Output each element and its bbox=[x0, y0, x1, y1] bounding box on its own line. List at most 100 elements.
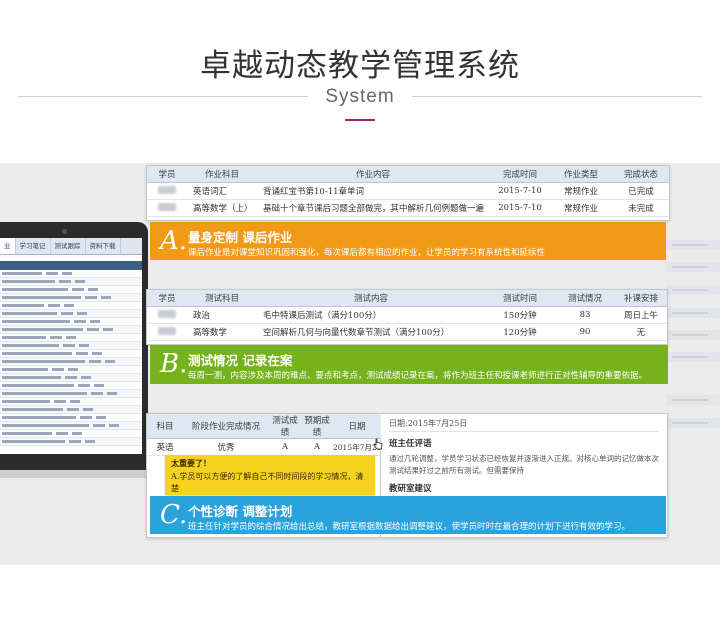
test-table: 学员 测试科目 测试内容 测试时间 测试情况 补课安排 政治 毛中特课后测试（满… bbox=[147, 290, 667, 341]
laptop-table-row bbox=[0, 286, 142, 294]
laptop-screen: 业 学习笔记 测试跟踪 资料下载 bbox=[0, 238, 142, 454]
student-name-redacted bbox=[147, 306, 187, 324]
test-subject: 政治 bbox=[187, 306, 257, 324]
laptop-table-row bbox=[0, 438, 142, 446]
banner-homework: A. 量身定制 课后作业 课后作业是对课堂知识巩固和强化，每次课后都有相应的作业… bbox=[150, 222, 666, 260]
banner-heading: 测试情况 记录在案 bbox=[188, 353, 293, 368]
column-header: 学员 bbox=[147, 290, 187, 307]
column-header: 测试成绩 bbox=[269, 414, 301, 439]
faded-row bbox=[666, 418, 720, 428]
table-row[interactable]: 英语 优秀 A A 2015年7月25日 bbox=[147, 438, 381, 456]
laptop-table-row bbox=[0, 350, 142, 358]
laptop-table-row bbox=[0, 342, 142, 350]
homework-status: 未完成 bbox=[611, 199, 669, 217]
diagnosis-table: 科目 阶段作业完成情况 测试成绩 预期成绩 日期 英语 优秀 A A 2015年… bbox=[147, 414, 381, 456]
banner-description: 课后作业是对课堂知识巩固和强化，每次课后都有相应的作业，让学员的学习有系统性和延… bbox=[188, 248, 546, 258]
page-title: 卓越动态教学管理系统 bbox=[200, 48, 520, 84]
laptop-tab-homework[interactable]: 业 bbox=[0, 238, 16, 254]
sticky-note-title: 太重要了！ bbox=[171, 458, 211, 468]
table-row[interactable]: 英语词汇 背诵红宝书第10-11章单词 2015-7-10 常规作业 已完成 bbox=[147, 182, 669, 200]
student-name-redacted bbox=[147, 323, 187, 341]
column-header: 测试情况 bbox=[555, 290, 615, 307]
banner-heading: 个性诊断 调整计划 bbox=[188, 504, 293, 519]
banner-tests: B. 测试情况 记录在案 每周一测，内容涉及本周的难点、要点和考点，测试成绩记录… bbox=[150, 345, 668, 384]
hand-cursor-icon bbox=[373, 438, 383, 450]
page-subtitle: System bbox=[325, 86, 395, 107]
column-header: 测试时间 bbox=[485, 290, 555, 307]
table-header-row: 学员 作业科目 作业内容 完成时间 作业类型 完成状态 bbox=[147, 166, 669, 183]
homework-status: 已完成 bbox=[611, 182, 669, 200]
laptop-table-row bbox=[0, 414, 142, 422]
laptop-tab-downloads[interactable]: 资料下载 bbox=[86, 238, 121, 254]
column-header: 预期成绩 bbox=[301, 414, 333, 439]
accent-line bbox=[345, 119, 375, 121]
test-score: 90 bbox=[555, 323, 615, 341]
banner-description: 每周一测，内容涉及本周的难点、要点和考点，测试成绩记录在案，将作为班主任和授课老… bbox=[188, 371, 648, 381]
faded-row bbox=[666, 395, 720, 405]
laptop-table-row bbox=[0, 358, 142, 366]
laptop-table-row bbox=[0, 374, 142, 382]
laptop-base bbox=[0, 470, 166, 478]
subtitle-bar: System bbox=[18, 86, 702, 107]
faded-row bbox=[666, 330, 720, 340]
table-row[interactable]: 高等数学 空间解析几何与向量代数章节测试（满分100分） 120分钟 90 无 bbox=[147, 323, 667, 341]
camera-icon bbox=[62, 229, 67, 234]
laptop-table-row bbox=[0, 382, 142, 390]
laptop-table-row bbox=[0, 278, 142, 286]
faded-row bbox=[666, 308, 720, 318]
laptop-table-row bbox=[0, 310, 142, 318]
test-plan: 周日上午 bbox=[615, 306, 667, 324]
laptop-table-row bbox=[0, 294, 142, 302]
column-header: 作业科目 bbox=[187, 166, 257, 183]
test-subject: 高等数学 bbox=[187, 323, 257, 341]
laptop-table-row bbox=[0, 334, 142, 342]
laptop-table bbox=[0, 270, 142, 446]
laptop-table-row bbox=[0, 326, 142, 334]
faded-row bbox=[666, 285, 720, 295]
table-row[interactable]: 政治 毛中特课后测试（满分100分） 150分钟 83 周日上午 bbox=[147, 306, 667, 324]
laptop-tab-tests[interactable]: 测试跟踪 bbox=[51, 238, 86, 254]
student-name-redacted bbox=[147, 199, 187, 217]
banner-letter: C. bbox=[160, 500, 188, 530]
laptop-tab-notes[interactable]: 学习笔记 bbox=[16, 238, 51, 254]
table-header-row: 学员 测试科目 测试内容 测试时间 测试情况 补课安排 bbox=[147, 290, 667, 307]
column-header: 测试内容 bbox=[257, 290, 485, 307]
test-content: 空间解析几何与向量代数章节测试（满分100分） bbox=[257, 323, 485, 341]
column-header: 完成状态 bbox=[611, 166, 669, 183]
column-header: 科目 bbox=[147, 414, 183, 439]
laptop-table-row bbox=[0, 422, 142, 430]
page: 卓越动态教学管理系统 System 业 学习笔记 测试跟踪 资料下载 学员 作业… bbox=[0, 0, 720, 627]
faded-row bbox=[666, 262, 720, 272]
table-row[interactable]: 高等数学（上） 基础十个章节课后习题全部做完，其中解析几何例题做一遍 2015-… bbox=[147, 199, 669, 217]
column-header: 测试科目 bbox=[187, 290, 257, 307]
test-plan: 无 bbox=[615, 323, 667, 341]
comment-heading: 班主任评语 bbox=[389, 439, 432, 449]
homework-content: 背诵红宝书第10-11章单词 bbox=[257, 182, 489, 200]
sticky-note: 太重要了！ A.学员可以方便的了解自己不同时间段的学习情况，清楚 bbox=[165, 455, 375, 495]
laptop-table-row bbox=[0, 366, 142, 374]
banner-letter: A. bbox=[160, 226, 188, 256]
test-score: 83 bbox=[555, 306, 615, 324]
laptop-device: 业 学习笔记 测试跟踪 资料下载 bbox=[0, 222, 148, 470]
homework-time: 2015-7-10 bbox=[489, 182, 551, 200]
laptop-table-row bbox=[0, 302, 142, 310]
column-header: 学员 bbox=[147, 166, 187, 183]
laptop-table-row bbox=[0, 390, 142, 398]
laptop-tab-bar: 业 学习笔记 测试跟踪 资料下载 bbox=[0, 238, 142, 255]
laptop-table-header bbox=[0, 261, 142, 270]
diagnosis-panel-date: 日期:2015年7月25日 bbox=[389, 418, 659, 432]
divider-right bbox=[412, 96, 702, 97]
banner-description: 班主任针对学员的综合情况给出总结，教研室根据数据给出调整建议，使学员时时在最合理… bbox=[188, 522, 631, 532]
column-header: 日期 bbox=[333, 414, 381, 439]
column-header: 阶段作业完成情况 bbox=[183, 414, 269, 439]
test-time: 120分钟 bbox=[485, 323, 555, 341]
column-header: 作业内容 bbox=[257, 166, 489, 183]
column-header: 作业类型 bbox=[551, 166, 611, 183]
laptop-table-row bbox=[0, 318, 142, 326]
test-time: 150分钟 bbox=[485, 306, 555, 324]
homework-table: 学员 作业科目 作业内容 完成时间 作业类型 完成状态 英语词汇 背诵红宝书第1… bbox=[147, 166, 669, 217]
test-content: 毛中特课后测试（满分100分） bbox=[257, 306, 485, 324]
laptop-table-row bbox=[0, 430, 142, 438]
diagnosis-subject: 英语 bbox=[147, 438, 183, 456]
laptop-table-row bbox=[0, 398, 142, 406]
